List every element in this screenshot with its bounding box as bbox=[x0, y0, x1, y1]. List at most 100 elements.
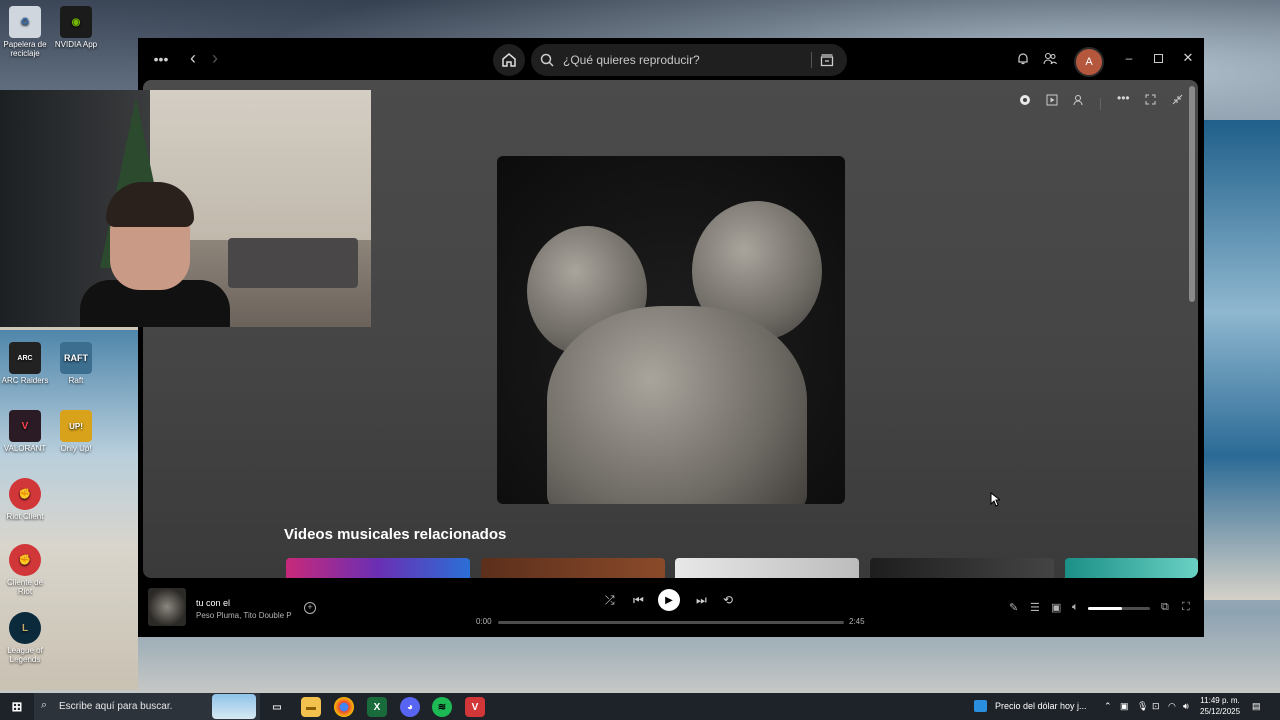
riot-icon: ✊ bbox=[9, 544, 41, 576]
track-title[interactable]: tu con el bbox=[196, 598, 230, 608]
more-options-icon[interactable]: ••• bbox=[1117, 91, 1130, 105]
desktop-icon-label: Raft bbox=[68, 376, 84, 385]
back-arrow-icon[interactable]: ‹ bbox=[186, 48, 200, 68]
track-artist[interactable]: Peso Pluma, Tito Double P bbox=[196, 611, 292, 620]
mouse-cursor-icon bbox=[990, 492, 1000, 507]
bell-icon[interactable] bbox=[1016, 50, 1030, 66]
network-icon[interactable]: ⊡ bbox=[1152, 701, 1160, 712]
webcam-overlay bbox=[0, 90, 371, 327]
collapse-icon[interactable] bbox=[1172, 94, 1183, 108]
webcam-bed bbox=[228, 238, 358, 288]
wallpaper-wave bbox=[1200, 120, 1280, 600]
taskbar: ⊞ ⌕ Escribe aquí para buscar. ▭ ▬ X ◕ ≋ … bbox=[0, 693, 1280, 720]
desktop-icon-label: Riot Client bbox=[6, 512, 44, 521]
browse-icon[interactable] bbox=[820, 53, 834, 67]
arc-raiders-icon: ARC bbox=[9, 342, 41, 374]
desktop-icon-label: League of Legends bbox=[7, 646, 43, 664]
time-elapsed: 0:00 bbox=[476, 617, 492, 626]
desktop-icon-raft[interactable]: RAFT Raft bbox=[51, 342, 101, 385]
desktop-icon-label: ARC Raiders bbox=[1, 376, 49, 385]
news-widget[interactable]: Precio del dólar hoy j... bbox=[995, 701, 1087, 711]
home-button[interactable] bbox=[493, 44, 525, 76]
repeat-icon[interactable]: ⟲ bbox=[723, 593, 733, 607]
speaker-icon[interactable]: 🔊︎ bbox=[1183, 701, 1189, 712]
connect-device-icon[interactable]: ▣ bbox=[1051, 601, 1061, 614]
video-thumbnail[interactable] bbox=[1065, 558, 1198, 578]
video-icon[interactable] bbox=[1046, 94, 1058, 109]
task-view-icon[interactable]: ▭ bbox=[267, 697, 287, 717]
chrome-icon[interactable] bbox=[334, 697, 354, 717]
windows-start-icon[interactable]: ⊞ bbox=[7, 697, 27, 717]
spotify-topbar: ••• ‹ › ¿Qué quieres reproducir? A – ✕ bbox=[138, 38, 1204, 80]
pin-icon[interactable] bbox=[1019, 94, 1031, 109]
artist-info-icon[interactable] bbox=[1073, 94, 1085, 109]
spotify-icon[interactable]: ≋ bbox=[432, 697, 452, 717]
scrollbar[interactable] bbox=[1189, 86, 1195, 302]
desktop-icon-riot-client[interactable]: ✊ Riot Client bbox=[0, 478, 50, 521]
search-icon: ⌕ bbox=[41, 699, 48, 711]
wifi-icon[interactable]: ◠ bbox=[1168, 701, 1176, 712]
related-videos-title: Videos musicales relacionados bbox=[284, 526, 507, 543]
riot-client-icon: ✊ bbox=[9, 478, 41, 510]
video-thumbnail[interactable] bbox=[481, 558, 665, 578]
maximize-icon[interactable] bbox=[1152, 50, 1164, 66]
previous-icon[interactable]: ⏮ bbox=[633, 593, 644, 608]
play-button[interactable]: ▶ bbox=[658, 589, 680, 611]
close-icon[interactable]: ✕ bbox=[1182, 50, 1194, 66]
fullscreen-player-icon[interactable]: ⛶ bbox=[1182, 601, 1190, 614]
volume-level bbox=[1088, 607, 1123, 610]
progress-bar[interactable] bbox=[498, 621, 844, 624]
video-thumbnail[interactable] bbox=[675, 558, 859, 578]
minimize-icon[interactable]: – bbox=[1123, 50, 1135, 66]
search-highlight-icon[interactable] bbox=[212, 694, 256, 719]
microphone-icon[interactable]: 🎙︎ bbox=[1137, 701, 1148, 712]
desktop-icon-recycle-bin[interactable]: ♻ Papelera de reciclaje bbox=[0, 6, 50, 58]
desktop-icon-league[interactable]: L League of Legends bbox=[0, 612, 50, 664]
file-explorer-icon[interactable]: ▬ bbox=[301, 697, 321, 717]
next-icon[interactable]: ⏭ bbox=[696, 593, 707, 608]
clock-time: 11:49 p. m. bbox=[1200, 696, 1240, 705]
video-thumbnail[interactable] bbox=[286, 558, 470, 578]
mini-player-icon[interactable]: ⧉ bbox=[1161, 601, 1169, 614]
desktop-icon-cliente-riot[interactable]: ✊ Cliente de Riot bbox=[0, 544, 50, 596]
tray-chevron-icon[interactable]: ⌃ bbox=[1104, 701, 1112, 712]
album-cover bbox=[497, 156, 845, 504]
tray-app-icon[interactable]: ▣ bbox=[1120, 701, 1129, 712]
volume-slider[interactable] bbox=[1088, 607, 1150, 610]
time-total: 2:45 bbox=[849, 617, 865, 626]
taskbar-clock[interactable]: 11:49 p. m. 25/12/2025 bbox=[1200, 695, 1240, 717]
notifications-icon[interactable]: ▤ bbox=[1252, 701, 1261, 712]
search-bar[interactable]: ¿Qué quieres reproducir? bbox=[531, 44, 847, 76]
shuffle-icon[interactable]: ⤮ bbox=[605, 593, 615, 608]
forward-arrow-icon[interactable]: › bbox=[208, 48, 222, 68]
search-input[interactable]: ¿Qué quieres reproducir? bbox=[563, 53, 700, 67]
desktop-icon-only-up[interactable]: UP! Only Up! bbox=[51, 410, 101, 453]
fullscreen-icon[interactable] bbox=[1145, 94, 1156, 108]
friends-activity-icon[interactable] bbox=[1043, 50, 1057, 66]
news-widget-icon[interactable] bbox=[974, 700, 987, 712]
search-divider bbox=[811, 52, 812, 68]
desktop-icon-label: Papelera de reciclaje bbox=[3, 40, 47, 58]
desktop-icon-valorant[interactable]: V VALORANT bbox=[0, 410, 50, 453]
valorant-taskbar-icon[interactable]: V bbox=[465, 697, 485, 717]
queue-icon[interactable]: ☰ bbox=[1030, 601, 1040, 614]
valorant-icon: V bbox=[9, 410, 41, 442]
only-up-icon: UP! bbox=[60, 410, 92, 442]
desktop-icon-arc-raiders[interactable]: ARC ARC Raiders bbox=[0, 342, 50, 385]
volume-icon[interactable]: 🔈︎ bbox=[1072, 601, 1079, 614]
discord-icon[interactable]: ◕ bbox=[400, 697, 420, 717]
terminal-icon[interactable]: X bbox=[367, 697, 387, 717]
lyrics-icon[interactable]: ✎ bbox=[1009, 601, 1018, 614]
menu-dots-icon[interactable]: ••• bbox=[152, 50, 170, 68]
video-thumbnail[interactable] bbox=[870, 558, 1054, 578]
toolbar-divider bbox=[1100, 98, 1101, 110]
league-of-legends-icon: L bbox=[9, 612, 41, 644]
avatar[interactable]: A bbox=[1074, 47, 1104, 77]
add-to-library-icon[interactable]: + bbox=[304, 602, 316, 614]
taskbar-search-input[interactable]: Escribe aquí para buscar. bbox=[59, 701, 172, 712]
taskbar-search[interactable]: ⌕ Escribe aquí para buscar. bbox=[34, 693, 260, 720]
search-icon bbox=[540, 53, 554, 67]
now-playing-cover[interactable] bbox=[148, 588, 186, 626]
desktop-icon-nvidia[interactable]: ◉ NVIDIA App bbox=[51, 6, 101, 49]
nvidia-icon: ◉ bbox=[60, 6, 92, 38]
